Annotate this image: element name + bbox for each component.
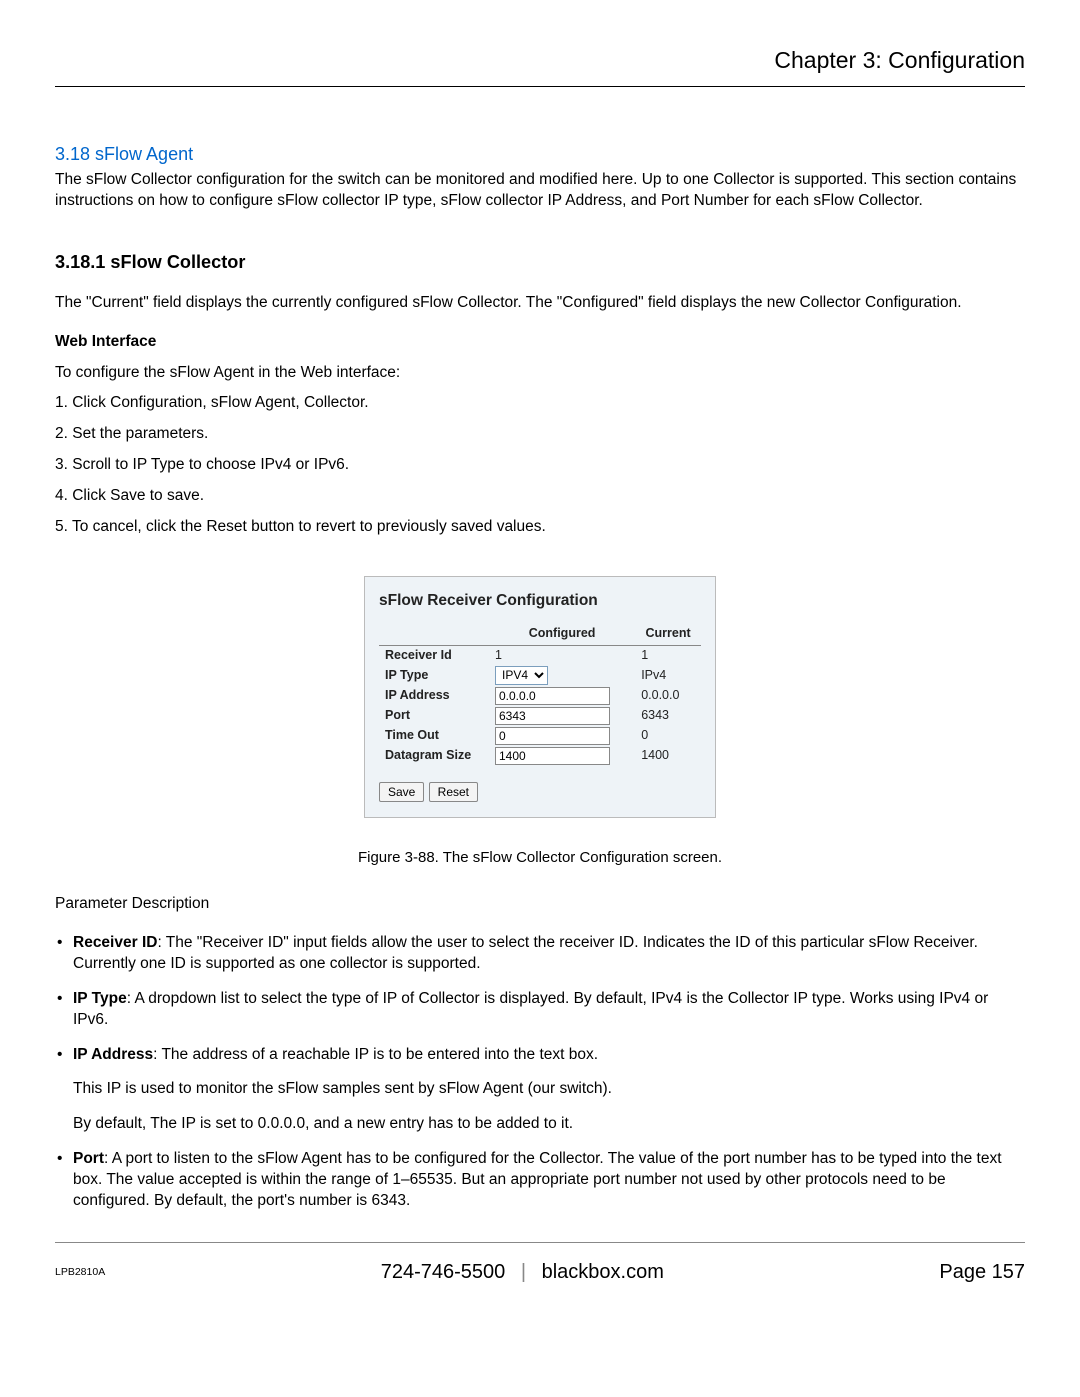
row-ip-type-label: IP Type	[379, 665, 489, 686]
reset-button[interactable]: Reset	[429, 782, 478, 802]
param-receiver-id-text: : The "Receiver ID" input fields allow t…	[73, 934, 978, 972]
screenshot-title: sFlow Receiver Configuration	[379, 591, 701, 612]
figure-caption: Figure 3-88. The sFlow Collector Configu…	[55, 848, 1025, 868]
param-port-text: : A port to listen to the sFlow Agent ha…	[73, 1150, 1002, 1209]
row-timeout-label: Time Out	[379, 726, 489, 746]
page-number: Page 157	[939, 1259, 1025, 1286]
row-receiver-id-configured: 1	[489, 645, 635, 664]
footer-phone: 724-746-5500	[381, 1261, 506, 1283]
section-intro: The sFlow Collector configuration for th…	[55, 170, 1025, 212]
step-1: 1. Click Configuration, sFlow Agent, Col…	[55, 393, 1025, 414]
footer-site: blackbox.com	[542, 1261, 664, 1283]
row-port-current: 6343	[635, 706, 701, 726]
parameter-description-heading: Parameter Description	[55, 894, 1025, 915]
ip-type-select[interactable]: IPV4	[495, 666, 548, 685]
table-header-blank	[379, 622, 489, 645]
timeout-input[interactable]	[495, 727, 610, 745]
param-ip-address-sub1: This IP is used to monitor the sFlow sam…	[73, 1079, 1025, 1100]
subsection-heading: 3.18.1 sFlow Collector	[55, 250, 1025, 274]
param-ip-address-text: : The address of a reachable IP is to be…	[153, 1046, 598, 1063]
section-heading: 3.18 sFlow Agent	[55, 142, 1025, 166]
row-datagram-label: Datagram Size	[379, 746, 489, 766]
param-port-label: Port	[73, 1150, 104, 1167]
config-table: Configured Current Receiver Id 1 1 IP Ty…	[379, 622, 701, 766]
row-receiver-id-current: 1	[635, 645, 701, 664]
row-receiver-id-label: Receiver Id	[379, 645, 489, 664]
step-2: 2. Set the parameters.	[55, 424, 1025, 445]
web-interface-heading: Web Interface	[55, 332, 1025, 353]
step-5: 5. To cancel, click the Reset button to …	[55, 517, 1025, 538]
step-3: 3. Scroll to IP Type to choose IPv4 or I…	[55, 455, 1025, 476]
page-footer: LPB2810A 724-746-5500 | blackbox.com Pag…	[55, 1243, 1025, 1286]
ip-address-input[interactable]	[495, 687, 610, 705]
product-code: LPB2810A	[55, 1265, 105, 1279]
parameter-list: Receiver ID: The "Receiver ID" input fie…	[55, 933, 1025, 1212]
row-ip-address-label: IP Address	[379, 686, 489, 706]
param-receiver-id: Receiver ID: The "Receiver ID" input fie…	[55, 933, 1025, 975]
step-4: 4. Click Save to save.	[55, 486, 1025, 507]
screenshot-panel: sFlow Receiver Configuration Configured …	[364, 576, 716, 818]
save-button[interactable]: Save	[379, 782, 424, 802]
param-ip-address-label: IP Address	[73, 1046, 153, 1063]
row-timeout-current: 0	[635, 726, 701, 746]
footer-separator: |	[521, 1261, 526, 1283]
table-header-current: Current	[635, 622, 701, 645]
table-header-configured: Configured	[489, 622, 635, 645]
param-port: Port: A port to listen to the sFlow Agen…	[55, 1149, 1025, 1212]
subsection-paragraph: The "Current" field displays the current…	[55, 293, 1025, 314]
row-port-label: Port	[379, 706, 489, 726]
param-receiver-id-label: Receiver ID	[73, 934, 157, 951]
row-ip-type-current: IPv4	[635, 665, 701, 686]
param-ip-type: IP Type: A dropdown list to select the t…	[55, 989, 1025, 1031]
row-datagram-current: 1400	[635, 746, 701, 766]
port-input[interactable]	[495, 707, 610, 725]
param-ip-address-sub2: By default, The IP is set to 0.0.0.0, an…	[73, 1114, 1025, 1135]
param-ip-type-label: IP Type	[73, 990, 127, 1007]
datagram-input[interactable]	[495, 747, 610, 765]
web-interface-intro: To configure the sFlow Agent in the Web …	[55, 363, 1025, 384]
chapter-title: Chapter 3: Configuration	[55, 45, 1025, 87]
param-ip-type-text: : A dropdown list to select the type of …	[73, 990, 988, 1028]
param-ip-address: IP Address: The address of a reachable I…	[55, 1045, 1025, 1136]
row-ip-address-current: 0.0.0.0	[635, 686, 701, 706]
